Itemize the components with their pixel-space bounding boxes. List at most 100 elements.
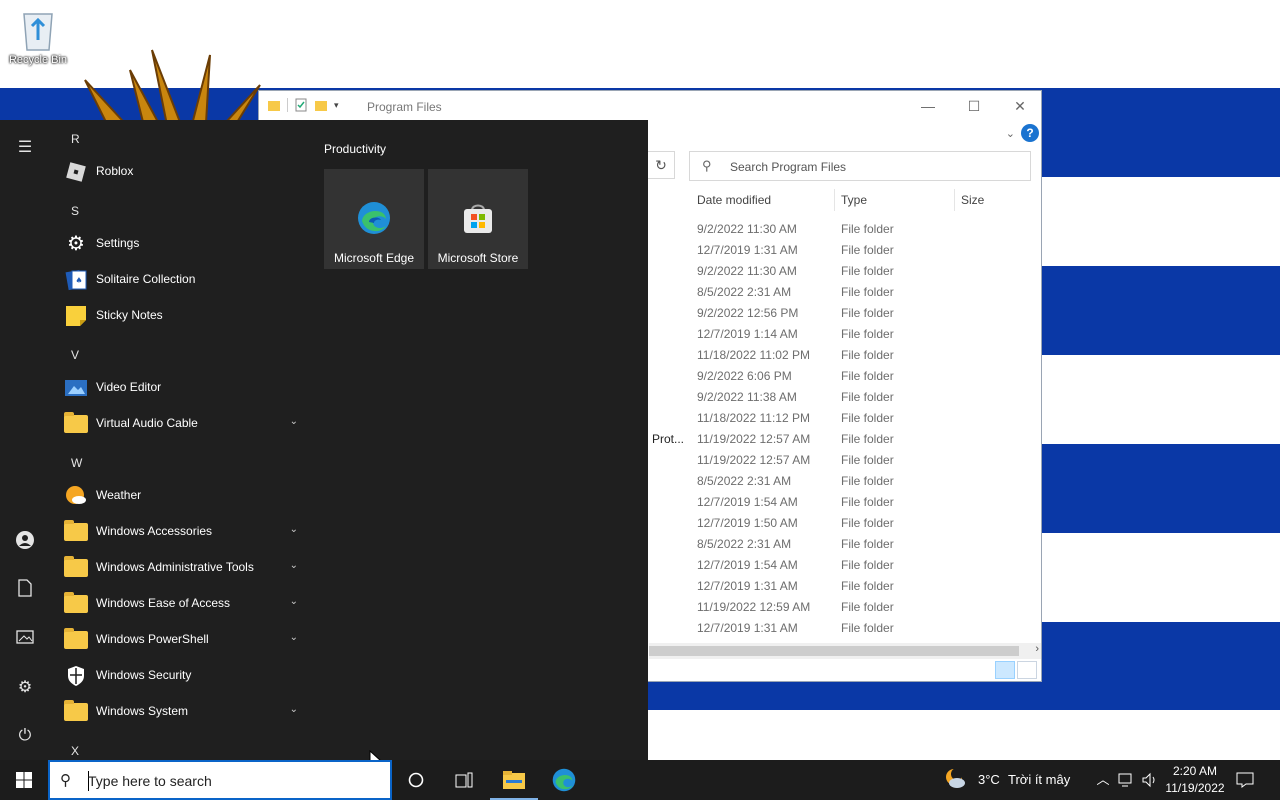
properties-icon[interactable] [294,98,308,112]
refresh-button[interactable]: ↻ [647,151,675,179]
minimize-button[interactable]: — [905,91,951,121]
settings-gear-icon[interactable]: ⚙ [12,675,38,701]
hamburger-menu-icon[interactable]: ☰ [12,135,38,161]
table-row[interactable]: 9/2/2022 11:30 AM File folder [649,261,1029,282]
scroll-right-arrow-icon[interactable]: › [1035,643,1039,655]
maximize-button[interactable]: ☐ [951,91,997,121]
app-weather[interactable]: Weather [60,479,308,513]
row-type: File folder [841,348,894,362]
app-sticky-notes[interactable]: Sticky Notes [60,299,308,333]
table-row[interactable]: 9/2/2022 6:06 PM File folder [649,366,1029,387]
table-row[interactable]: 8/5/2022 2:31 AM File folder [649,282,1029,303]
power-icon[interactable]: ⏻ [12,723,38,749]
table-row[interactable]: 12/7/2019 1:31 AM File folder [649,240,1029,261]
table-row[interactable]: 9/2/2022 11:30 AM File folder [649,219,1029,240]
table-row[interactable]: 12/7/2019 1:54 AM File folder [649,492,1029,513]
network-icon[interactable] [1117,760,1137,800]
app-label: Windows Ease of Access [96,596,231,610]
app-windows-system[interactable]: Windows System ⌄ [60,695,308,729]
file-explorer-taskbar-button[interactable] [490,760,538,800]
row-type: File folder [841,474,894,488]
expand-chevron-icon[interactable]: ⌄ [290,560,298,571]
tile-microsoft-edge[interactable]: Microsoft Edge [324,169,424,269]
notifications-icon[interactable] [1236,760,1260,800]
explorer-search-input[interactable]: ⚲ Search Program Files [689,151,1031,181]
table-row[interactable]: 11/18/2022 11:12 PM File folder [649,408,1029,429]
app-video-editor[interactable]: Video Editor [60,371,308,405]
table-row[interactable]: 11/19/2022 12:57 AM File folder [649,450,1029,471]
row-date-modified: 12/7/2019 1:50 AM [697,516,798,530]
expand-ribbon-chevron-icon[interactable]: ⌄ [1006,127,1015,140]
large-icons-view-button[interactable] [1017,661,1037,679]
search-placeholder: Type here to search [88,773,212,789]
expand-chevron-icon[interactable]: ⌄ [290,632,298,643]
expand-chevron-icon[interactable]: ⌄ [290,524,298,535]
shield-icon [68,666,84,686]
table-row[interactable]: 12/7/2019 1:31 AM File folder [649,618,1029,639]
scrollbar-thumb[interactable] [649,646,1019,656]
app-label: Windows System [96,704,189,718]
recycle-bin-icon [18,6,58,52]
folder-icon [64,592,88,613]
app-roblox[interactable]: Roblox [60,155,308,189]
table-row[interactable]: 12/7/2019 1:14 AM File folder [649,324,1029,345]
app-virtual-audio-cable[interactable]: Virtual Audio Cable ⌄ [60,407,308,441]
show-hidden-icons-chevron-icon[interactable]: ︿ [1094,760,1112,800]
table-row[interactable]: 12/7/2019 1:50 AM File folder [649,513,1029,534]
column-header-size[interactable]: Size [953,189,1033,211]
app-windows-accessories[interactable]: Windows Accessories ⌄ [60,515,308,549]
new-folder-icon[interactable] [314,98,328,112]
letter-header-r[interactable]: R [71,132,80,146]
table-row[interactable]: 12/7/2019 1:54 AM File folder [649,555,1029,576]
svg-text:♠: ♠ [75,276,82,285]
task-view-button[interactable] [440,760,488,800]
recycle-bin-desktop-icon[interactable]: Recycle Bin [6,6,70,66]
clock-time: 2:20 AM [1172,764,1218,778]
letter-header-x[interactable]: X [71,744,79,758]
app-windows-security[interactable]: Windows Security [60,659,308,693]
app-windows-administrative-tools[interactable]: Windows Administrative Tools ⌄ [60,551,308,585]
cortana-button[interactable] [392,760,440,800]
app-label: Roblox [96,164,134,178]
search-placeholder: Search Program Files [730,160,847,174]
taskbar-search-input[interactable]: ⚲ Type here to search [48,760,392,800]
help-icon[interactable]: ? [1021,124,1039,142]
edge-taskbar-button[interactable] [540,760,588,800]
letter-header-w[interactable]: W [71,456,82,470]
app-solitaire-collection[interactable]: ♠ Solitaire Collection [60,263,308,297]
table-row[interactable]: 11/19/2022 12:59 AM File folder [649,597,1029,618]
explorer-titlebar[interactable]: ▾ Program Files — ☐ ✕ [259,91,1041,121]
customize-toolbar-chevron-icon[interactable]: ▾ [334,100,339,111]
expand-chevron-icon[interactable]: ⌄ [290,416,298,427]
table-row[interactable]: 9/2/2022 12:56 PM File folder [649,303,1029,324]
expand-chevron-icon[interactable]: ⌄ [290,596,298,607]
letter-header-v[interactable]: V [71,348,79,362]
tile-group-title[interactable]: Productivity [324,142,386,156]
column-header-type[interactable]: Type [833,189,955,211]
details-view-button[interactable] [995,661,1015,679]
letter-header-s[interactable]: S [71,204,79,218]
table-row[interactable]: 8/5/2022 2:31 AM File folder [649,471,1029,492]
table-row[interactable]: 12/7/2019 1:31 AM File folder [649,576,1029,597]
table-row[interactable]: 9/2/2022 11:38 AM File folder [649,387,1029,408]
documents-icon[interactable] [12,579,38,605]
search-icon: ⚲ [702,158,712,173]
volume-icon[interactable] [1141,760,1159,800]
app-windows-powershell[interactable]: Windows PowerShell ⌄ [60,623,308,657]
weather-temperature: 3°C [978,772,1000,787]
start-button[interactable] [0,760,48,800]
system-clock[interactable]: 2:20 AM 11/19/2022 [1158,763,1232,797]
table-row[interactable]: 8/5/2022 2:31 AM File folder [649,534,1029,555]
app-settings[interactable]: ⚙ Settings [60,227,308,261]
table-row[interactable]: Prot... 11/19/2022 12:57 AM File folder [649,429,1029,450]
table-row[interactable]: 11/18/2022 11:02 PM File folder [649,345,1029,366]
horizontal-scrollbar[interactable]: › [649,643,1041,659]
close-button[interactable]: ✕ [997,91,1043,121]
taskbar: ⚲ Type here to search 3°C Trời ít mây ︿ … [0,760,1280,800]
column-header-date-modified[interactable]: Date modified [689,189,835,211]
user-account-icon[interactable] [12,530,38,556]
app-windows-ease-of-access[interactable]: Windows Ease of Access ⌄ [60,587,308,621]
tile-microsoft-store[interactable]: Microsoft Store [428,169,528,269]
pictures-icon[interactable] [12,627,38,653]
expand-chevron-icon[interactable]: ⌄ [290,704,298,715]
